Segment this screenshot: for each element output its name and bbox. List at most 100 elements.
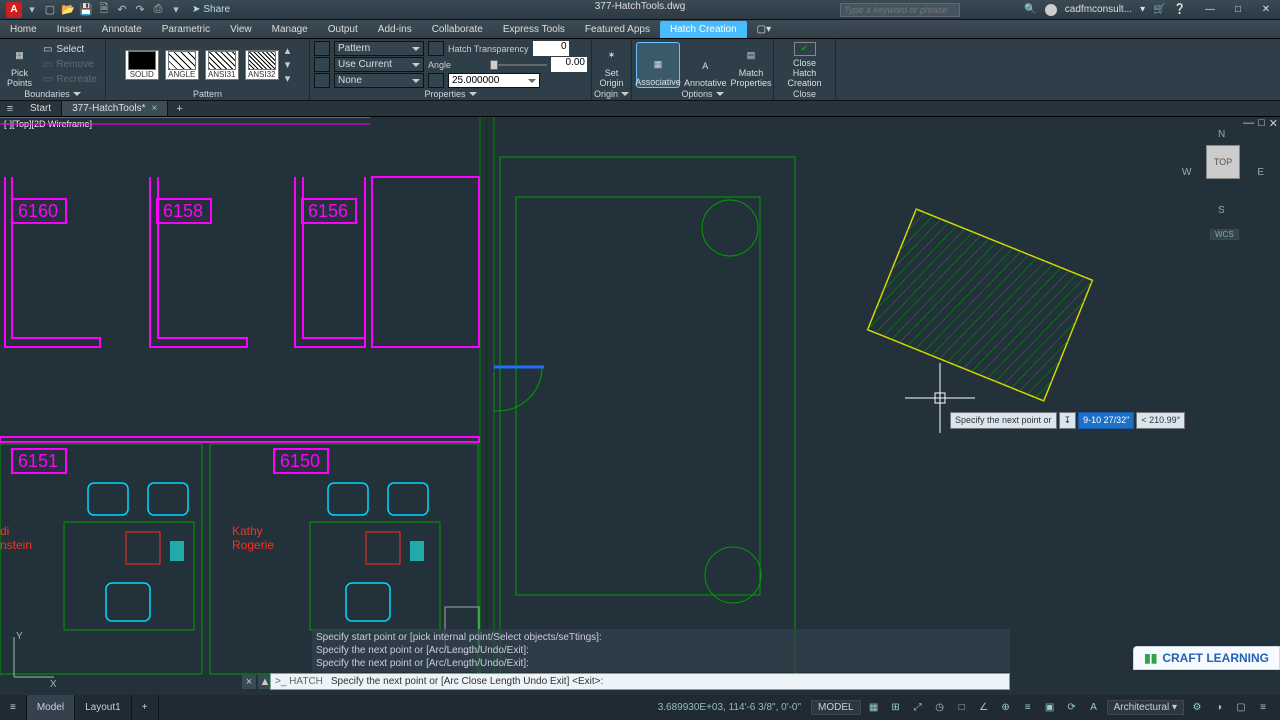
set-origin-button[interactable]: ✶ Set Origin	[596, 42, 627, 88]
tab-collaborate[interactable]: Collaborate	[422, 21, 493, 38]
drawing-canvas[interactable]: 6160 6158 6156 6151 6150 di nstein Kathy…	[0, 117, 1280, 695]
associative-button[interactable]: ▦ Associative	[636, 42, 680, 88]
pattern-ansi31[interactable]: ANSI31	[205, 50, 239, 80]
polar-icon[interactable]: ◷	[931, 699, 949, 717]
osnap-icon[interactable]: □	[953, 699, 971, 717]
redo-icon[interactable]: ↷	[132, 2, 148, 18]
help-icon[interactable]: ❔	[1174, 4, 1186, 15]
panel-title-properties[interactable]: Properties	[314, 88, 587, 100]
hatch-type-icon[interactable]	[314, 41, 330, 56]
doctab-start[interactable]: Start	[20, 101, 62, 116]
minimize-icon[interactable]: —	[1202, 4, 1218, 15]
dropdown-icon[interactable]: ↧	[1059, 412, 1077, 429]
viewcube-e[interactable]: E	[1257, 167, 1264, 178]
layout-plus[interactable]: +	[132, 695, 159, 720]
search-input[interactable]	[841, 5, 959, 15]
scale-icon[interactable]	[428, 73, 444, 88]
scroll-up-icon[interactable]: ▴	[285, 44, 291, 57]
viewcube-w[interactable]: W	[1182, 167, 1191, 178]
viewcube-s[interactable]: S	[1218, 205, 1225, 216]
transparency-value[interactable]: 0	[533, 41, 569, 56]
user-label[interactable]: cadfmconsult...	[1065, 4, 1132, 15]
new-icon[interactable]: ▢	[42, 2, 58, 18]
dyn-input-icon[interactable]: ⊕	[997, 699, 1015, 717]
angle-value[interactable]: 0.00	[551, 57, 587, 72]
save-icon[interactable]: 💾	[78, 2, 94, 18]
grid-icon[interactable]: ▦	[865, 699, 883, 717]
undo-icon[interactable]: ↶	[114, 2, 130, 18]
hatch-bg-icon[interactable]	[314, 73, 330, 88]
hamburger-icon[interactable]: ≡	[0, 695, 27, 720]
tab-home[interactable]: Home	[0, 21, 47, 38]
tab-insert[interactable]: Insert	[47, 21, 92, 38]
open-icon[interactable]: 📂	[60, 2, 76, 18]
pattern-ansi32[interactable]: ANSI32	[245, 50, 279, 80]
doctab-hatchtools[interactable]: 377-HatchTools*×	[62, 101, 168, 116]
match-properties-button[interactable]: ▤ Match Properties	[731, 42, 772, 88]
scale-select[interactable]: Architectural ▾	[1107, 700, 1184, 715]
transparency-icon[interactable]	[428, 41, 444, 56]
panel-title-boundaries[interactable]: Boundaries	[4, 88, 101, 100]
layout-model[interactable]: Model	[27, 695, 75, 720]
hatch-color-select[interactable]: Use Current	[334, 57, 424, 72]
gear-icon[interactable]: ⚙	[1188, 699, 1206, 717]
annotative-button[interactable]: A Annotative	[684, 42, 727, 88]
panel-title-options[interactable]: Options	[636, 88, 769, 100]
share-button[interactable]: ➤ Share	[192, 2, 230, 18]
command-line[interactable]: >_ HATCH Specify the next point or [Arc …	[270, 673, 1010, 690]
hatch-bg-select[interactable]: None	[334, 73, 424, 88]
scale-value[interactable]: 25.000000	[448, 73, 540, 88]
saveall-icon[interactable]: 🗎	[96, 2, 112, 18]
close-icon[interactable]: ✕	[1258, 4, 1274, 15]
lineweight-icon[interactable]: ≡	[1019, 699, 1037, 717]
maximize-icon[interactable]: □	[1230, 4, 1246, 15]
tab-output[interactable]: Output	[318, 21, 368, 38]
close-hatch-button[interactable]: ✔ Close Hatch Creation	[783, 42, 827, 88]
tab-parametric[interactable]: Parametric	[152, 21, 220, 38]
transparency-icon[interactable]: ▣	[1041, 699, 1059, 717]
cmdline-close-icon[interactable]: ×	[242, 675, 256, 689]
layout-layout1[interactable]: Layout1	[75, 695, 132, 720]
otrack-icon[interactable]: ∠	[975, 699, 993, 717]
clean-icon[interactable]: ▢	[1232, 699, 1250, 717]
vp-close-icon[interactable]: ✕	[1269, 117, 1278, 130]
plot-icon[interactable]: ⎙	[150, 2, 166, 18]
isolate-icon[interactable]: ◑	[1210, 699, 1228, 717]
viewcube[interactable]: N E S W TOP WCS	[1178, 125, 1268, 235]
customize-icon[interactable]: ≡	[1254, 699, 1272, 717]
close-tab-icon[interactable]: ×	[152, 103, 158, 114]
chevron-down-icon[interactable]: ▾	[1140, 4, 1145, 15]
distance-input[interactable]: 9-10 27/32"	[1078, 412, 1134, 429]
vp-min-icon[interactable]: —	[1243, 117, 1254, 130]
ortho-icon[interactable]: ⤢	[909, 699, 927, 717]
expand-icon[interactable]: ▾	[285, 72, 291, 85]
hamburger-icon[interactable]: ≡	[0, 103, 20, 115]
cycle-icon[interactable]: ⟳	[1063, 699, 1081, 717]
tab-overflow-icon[interactable]: ▢▾	[747, 21, 781, 38]
cart-icon[interactable]: 🛒	[1153, 4, 1165, 15]
viewcube-wcs[interactable]: WCS	[1210, 229, 1239, 240]
tab-hatch-creation[interactable]: Hatch Creation	[660, 21, 747, 38]
viewcube-face[interactable]: TOP	[1206, 145, 1240, 179]
tab-featured-apps[interactable]: Featured Apps	[575, 21, 660, 38]
panel-title-origin[interactable]: Origin	[596, 88, 627, 100]
pattern-angle[interactable]: ANGLE	[165, 50, 199, 80]
qat-icon[interactable]: ▾	[24, 2, 40, 18]
chevron-down-icon[interactable]: ▾	[168, 2, 184, 18]
user-avatar-icon[interactable]	[1045, 4, 1057, 16]
search-field[interactable]	[840, 3, 960, 17]
tab-manage[interactable]: Manage	[262, 21, 318, 38]
hatch-color-icon[interactable]	[314, 57, 330, 72]
new-tab-button[interactable]: +	[168, 103, 190, 115]
tab-annotate[interactable]: Annotate	[92, 21, 152, 38]
pattern-solid[interactable]: SOLID	[125, 50, 159, 80]
viewcube-n[interactable]: N	[1218, 129, 1225, 140]
hatch-type-select[interactable]: Pattern	[334, 41, 424, 56]
angle-slider[interactable]	[490, 58, 547, 72]
tab-view[interactable]: View	[220, 21, 262, 38]
snap-icon[interactable]: ⊞	[887, 699, 905, 717]
space-mode[interactable]: MODEL	[811, 700, 861, 715]
search-icon[interactable]: 🔍	[1024, 4, 1036, 15]
select-button[interactable]: ▭Select	[39, 43, 101, 57]
vp-max-icon[interactable]: □	[1258, 117, 1265, 130]
